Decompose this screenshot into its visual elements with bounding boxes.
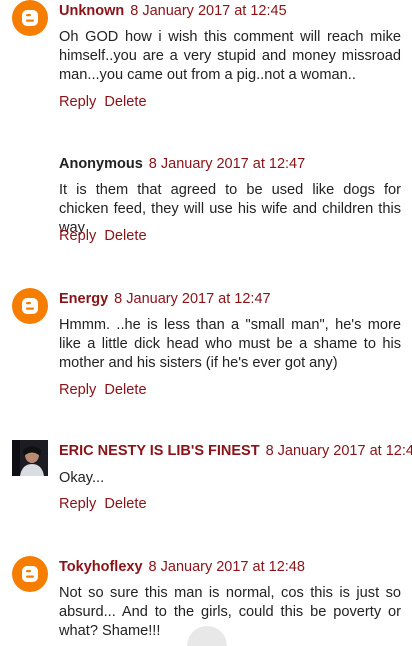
comment: Energy 8 January 2017 at 12:47 Hmmm. ..he… (0, 288, 412, 408)
reply-link[interactable]: Reply (59, 94, 96, 110)
author-name[interactable]: Tokyhoflexy (59, 559, 143, 575)
blogger-icon (12, 288, 48, 324)
comment-actions: Reply Delete (59, 228, 151, 244)
avatar[interactable] (12, 288, 48, 324)
comment: ERIC NESTY IS LIB'S FINEST 8 January 2017… (0, 440, 412, 520)
comment-actions: Reply Delete (59, 496, 151, 512)
reply-link[interactable]: Reply (59, 228, 96, 244)
delete-link[interactable]: Delete (104, 382, 146, 398)
timestamp-link[interactable]: 8 January 2017 at 12:48 (149, 559, 305, 575)
comment-text: Oh GOD how i wish this comment will reac… (59, 29, 401, 83)
author-name[interactable]: Energy (59, 291, 108, 307)
avatar[interactable] (12, 0, 48, 36)
comment: Anonymous 8 January 2017 at 12:47 It is t… (0, 155, 412, 255)
comment-text: Hmmm. ..he is less than a "small man", h… (59, 317, 401, 371)
comment-actions: Reply Delete (59, 94, 151, 110)
reply-link[interactable]: Reply (59, 496, 96, 512)
author-name[interactable]: Unknown (59, 3, 124, 19)
comment-header: ERIC NESTY IS LIB'S FINEST 8 January 2017… (59, 442, 412, 460)
avatar[interactable] (12, 556, 48, 592)
delete-link[interactable]: Delete (104, 496, 146, 512)
user-photo (12, 440, 48, 476)
timestamp-link[interactable]: 8 January 2017 at 12:45 (130, 3, 286, 19)
comment-header: Energy 8 January 2017 at 12:47 (59, 290, 271, 308)
timestamp-link[interactable]: 8 January 2017 at 12:47 (149, 156, 305, 172)
avatar[interactable] (12, 440, 48, 476)
comment-text: Okay... (59, 470, 105, 486)
author-name: Anonymous (59, 156, 143, 172)
comment-text: Not so sure this man is normal, cos this… (59, 585, 401, 639)
comment: Unknown 8 January 2017 at 12:45 Oh GOD ho… (0, 0, 412, 120)
blogger-icon (12, 0, 48, 36)
comment-header: Tokyhoflexy 8 January 2017 at 12:48 (59, 558, 305, 576)
comment-header: Anonymous 8 January 2017 at 12:47 (59, 155, 305, 173)
delete-link[interactable]: Delete (104, 228, 146, 244)
timestamp-link[interactable]: 8 January 2017 at 12:47 (114, 291, 270, 307)
comment-actions: Reply Delete (59, 382, 151, 398)
timestamp-link[interactable]: 8 January 2017 at 12:48 (266, 443, 412, 459)
delete-link[interactable]: Delete (104, 94, 146, 110)
author-name[interactable]: ERIC NESTY IS LIB'S FINEST (59, 443, 260, 459)
blogger-icon (12, 556, 48, 592)
comment-header: Unknown 8 January 2017 at 12:45 (59, 2, 287, 20)
reply-link[interactable]: Reply (59, 382, 96, 398)
